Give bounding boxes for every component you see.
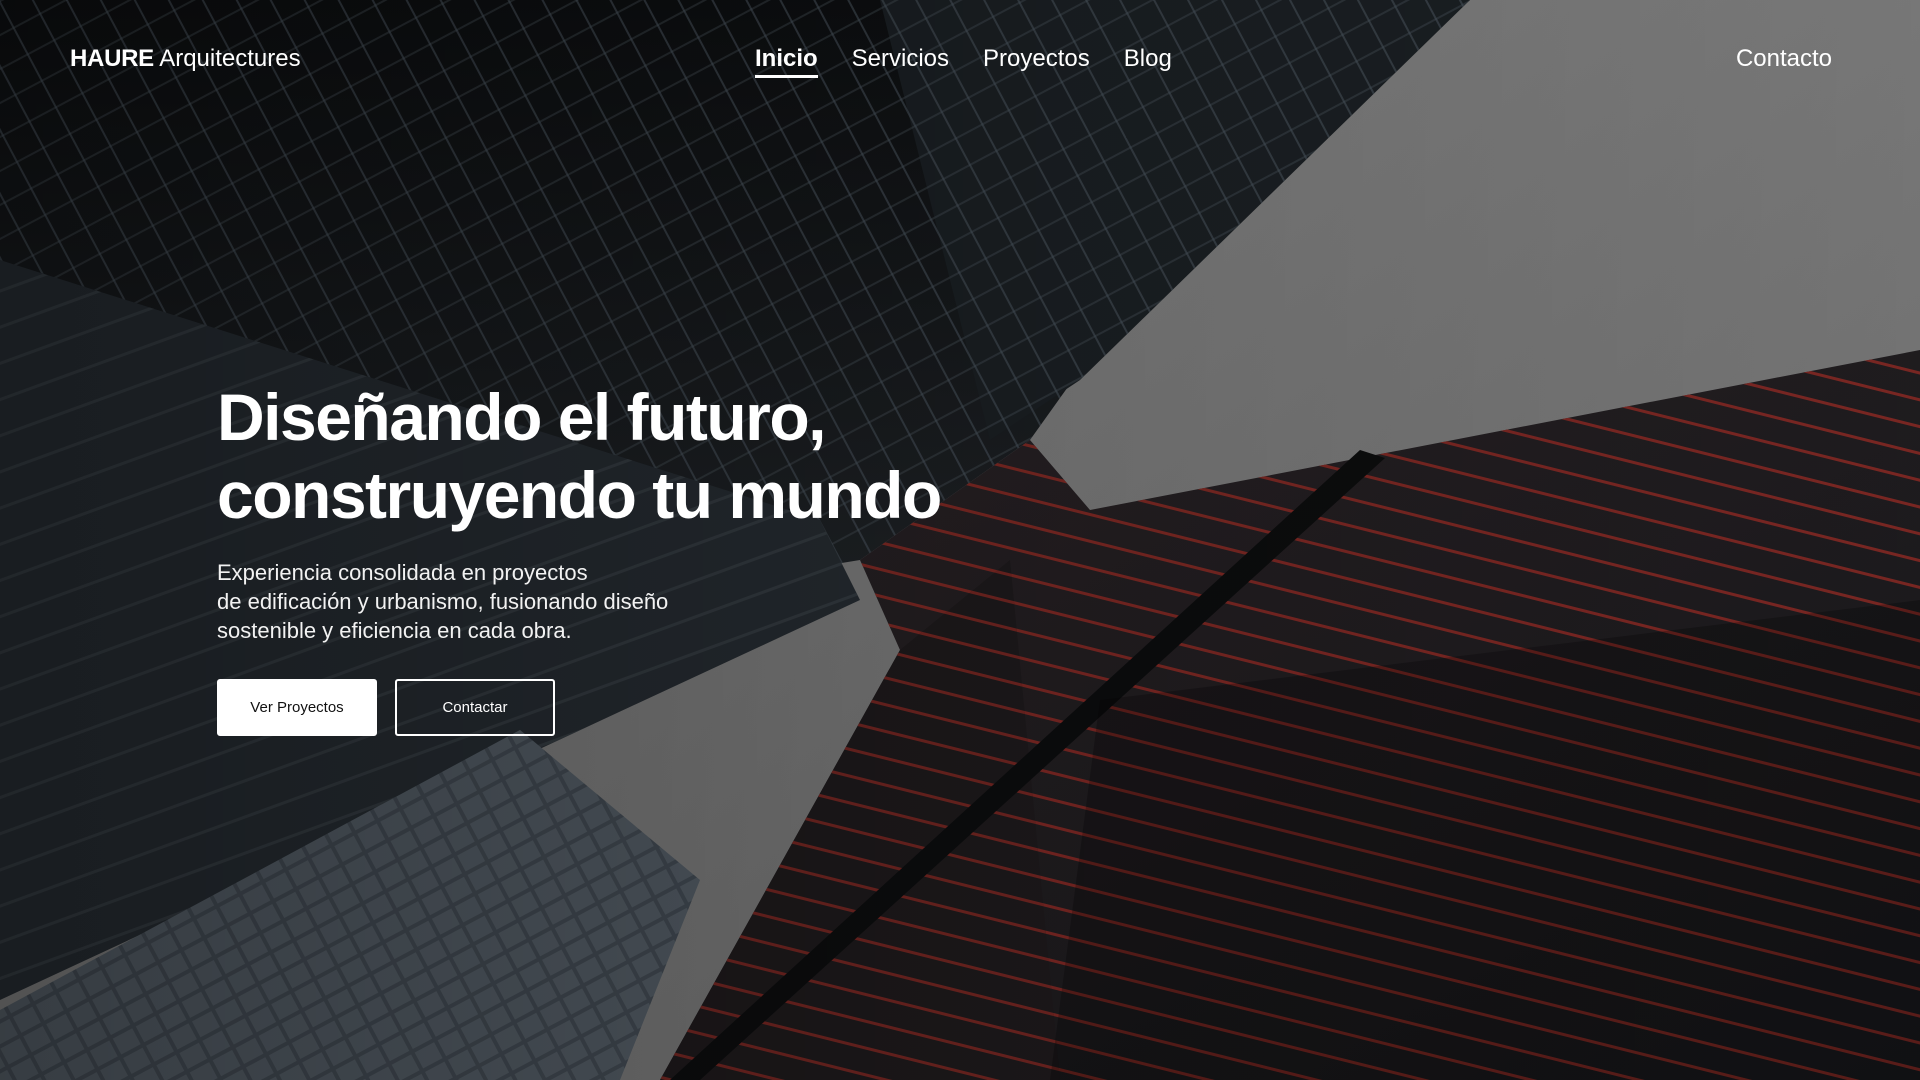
brand-name-light: Arquitectures [159,45,301,72]
hero-subtitle-line: Experiencia consolidada en proyectos [217,560,588,585]
nav-link-proyectos[interactable]: Proyectos [983,44,1090,78]
nav-link-servicios[interactable]: Servicios [852,44,949,78]
hero-headline: Diseñando el futuro, construyendo tu mun… [217,378,1037,534]
hero-section: HAURE Arquitectures Inicio Servicios Pro… [0,0,1920,1080]
hero-content: Diseñando el futuro, construyendo tu mun… [217,378,1037,736]
hero-cta-group: Ver Proyectos Contactar [217,679,1037,736]
hero-subtitle-line: sostenible y eficiencia en cada obra. [217,618,572,643]
site-header: HAURE Arquitectures Inicio Servicios Pro… [0,0,1920,118]
hero-subtitle: Experiencia consolidada en proyectos de … [217,558,1037,645]
nav-link-contacto[interactable]: Contacto [1736,44,1832,74]
hero-headline-line: construyendo tu mundo [217,458,942,532]
hero-headline-line: Diseñando el futuro, [217,380,827,454]
ver-proyectos-button[interactable]: Ver Proyectos [217,679,377,736]
nav-link-blog[interactable]: Blog [1124,44,1172,78]
nav-link-inicio[interactable]: Inicio [755,44,818,78]
hero-subtitle-line: de edificación y urbanismo, fusionando d… [217,589,669,614]
brand-name-strong: HAURE [70,45,154,72]
main-nav: Inicio Servicios Proyectos Blog [755,44,1172,78]
brand-logo[interactable]: HAURE Arquitectures [70,44,301,74]
contactar-button[interactable]: Contactar [395,679,555,736]
